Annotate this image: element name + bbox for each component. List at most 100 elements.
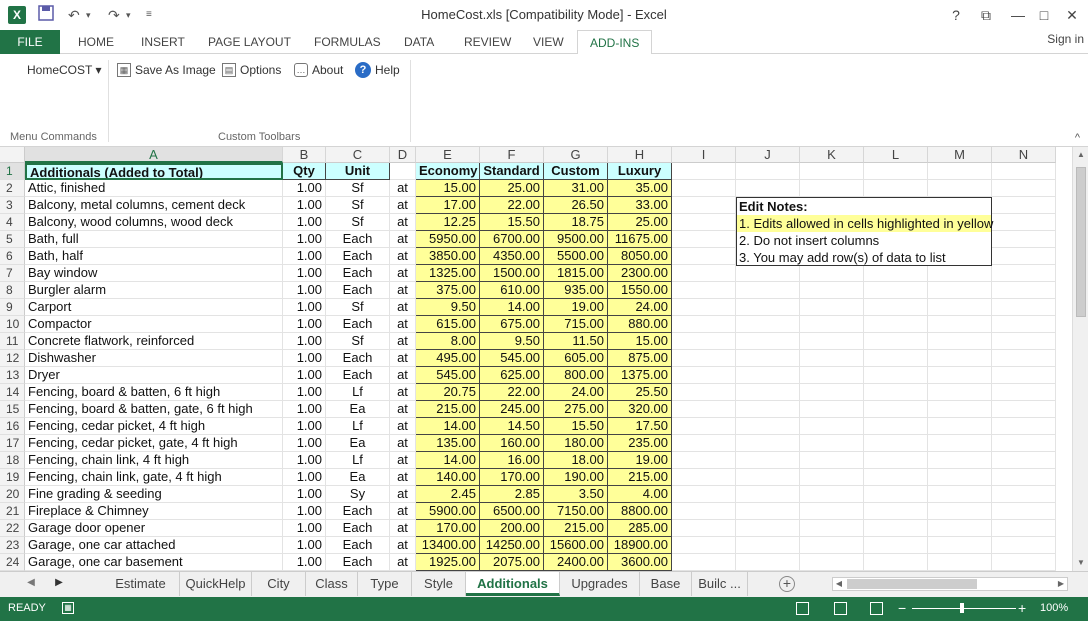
page-break-view-icon[interactable] [870,602,883,615]
empty-cell[interactable] [992,265,1056,282]
item-name-cell[interactable]: Compactor [25,316,283,333]
normal-view-icon[interactable] [796,602,809,615]
data-cell[interactable]: at [390,214,416,231]
data-cell[interactable]: 1.00 [283,180,326,197]
data-cell[interactable]: Each [326,554,390,571]
close-icon[interactable]: ✕ [1062,5,1082,25]
data-cell[interactable]: Each [326,367,390,384]
macro-recording-icon[interactable]: ▦ [62,602,74,614]
empty-cell[interactable] [736,554,800,571]
empty-cell[interactable] [800,401,864,418]
scroll-up-icon[interactable]: ▲ [1073,147,1088,163]
price-cell[interactable]: 320.00 [608,401,672,418]
data-cell[interactable]: 1.00 [283,384,326,401]
empty-cell[interactable] [992,520,1056,537]
tab-insert[interactable]: INSERT [141,30,185,54]
empty-cell[interactable] [800,486,864,503]
empty-cell[interactable] [928,452,992,469]
data-cell[interactable]: at [390,180,416,197]
price-cell[interactable]: 14.00 [480,299,544,316]
empty-cell[interactable] [864,469,928,486]
sheet-tab-estimate[interactable]: Estimate [102,572,180,596]
empty-cell[interactable] [736,367,800,384]
empty-cell[interactable] [864,163,928,180]
price-cell[interactable]: 14.00 [416,452,480,469]
empty-cell[interactable] [800,503,864,520]
empty-cell[interactable] [864,435,928,452]
empty-cell[interactable] [864,554,928,571]
data-cell[interactable]: at [390,231,416,248]
column-header-n[interactable]: N [992,147,1056,163]
data-cell[interactable]: at [390,248,416,265]
price-cell[interactable]: 9500.00 [544,231,608,248]
collapse-ribbon-icon[interactable]: ^ [1075,132,1080,144]
price-cell[interactable]: 215.00 [608,469,672,486]
price-cell[interactable]: 615.00 [416,316,480,333]
item-name-cell[interactable]: Bath, full [25,231,283,248]
row-header[interactable]: 12 [0,350,25,367]
empty-cell[interactable] [992,401,1056,418]
data-cell[interactable]: 1.00 [283,401,326,418]
empty-cell[interactable] [992,231,1056,248]
empty-cell[interactable] [992,350,1056,367]
header-cell[interactable]: Qty [283,163,326,180]
data-cell[interactable]: 1.00 [283,418,326,435]
data-cell[interactable]: at [390,469,416,486]
empty-cell[interactable] [672,197,736,214]
empty-cell[interactable] [864,401,928,418]
data-cell[interactable]: Sf [326,197,390,214]
empty-cell[interactable] [864,316,928,333]
empty-cell[interactable] [800,333,864,350]
data-cell[interactable]: 1.00 [283,231,326,248]
empty-cell[interactable] [736,435,800,452]
empty-cell[interactable] [992,248,1056,265]
data-cell[interactable]: Sf [326,214,390,231]
row-header[interactable]: 11 [0,333,25,350]
item-name-cell[interactable]: Bath, half [25,248,283,265]
scroll-left-icon[interactable]: ◀ [833,578,845,590]
empty-cell[interactable] [736,384,800,401]
empty-cell[interactable] [736,350,800,367]
column-header-d[interactable]: D [390,147,416,163]
data-cell[interactable]: Sf [326,299,390,316]
empty-cell[interactable] [800,384,864,401]
sheet-tab-base[interactable]: Base [640,572,692,596]
price-cell[interactable]: 25.00 [608,214,672,231]
empty-cell[interactable] [992,282,1056,299]
next-sheet-icon[interactable]: ▶ [52,577,66,588]
data-cell[interactable]: Each [326,537,390,554]
price-cell[interactable]: 135.00 [416,435,480,452]
item-name-cell[interactable]: Balcony, metal columns, cement deck [25,197,283,214]
data-cell[interactable]: Lf [326,452,390,469]
data-cell[interactable]: 1.00 [283,350,326,367]
empty-cell[interactable] [864,486,928,503]
empty-cell[interactable] [736,401,800,418]
tab-file[interactable]: FILE [0,30,60,54]
options-button[interactable]: ▤ Options [222,61,281,79]
scroll-right-icon[interactable]: ▶ [1055,578,1067,590]
empty-cell[interactable] [672,299,736,316]
price-cell[interactable]: 18.75 [544,214,608,231]
price-cell[interactable]: 22.00 [480,384,544,401]
row-header[interactable]: 3 [0,197,25,214]
empty-cell[interactable] [992,469,1056,486]
homecost-menu-button[interactable]: HomeCOST ▾ [27,61,101,79]
data-cell[interactable]: 1.00 [283,282,326,299]
price-cell[interactable]: 17.50 [608,418,672,435]
empty-cell[interactable] [736,418,800,435]
empty-cell[interactable] [864,452,928,469]
empty-cell[interactable] [992,537,1056,554]
zoom-slider[interactable] [912,608,1016,609]
empty-cell[interactable] [736,180,800,197]
price-cell[interactable]: 24.00 [544,384,608,401]
column-header-h[interactable]: H [608,147,672,163]
item-name-cell[interactable]: Dryer [25,367,283,384]
price-cell[interactable]: 9.50 [416,299,480,316]
empty-cell[interactable] [992,486,1056,503]
price-cell[interactable]: 875.00 [608,350,672,367]
data-cell[interactable]: 1.00 [283,248,326,265]
data-cell[interactable]: at [390,316,416,333]
data-cell[interactable]: 1.00 [283,214,326,231]
data-cell[interactable]: Each [326,520,390,537]
data-cell[interactable]: 1.00 [283,299,326,316]
